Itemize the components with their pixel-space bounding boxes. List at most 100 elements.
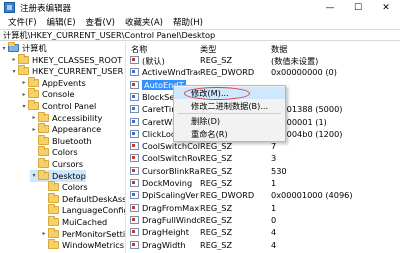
context-menu: 修改(M)... 修改二进制数据(B)... 删除(D) 重命名(R): [173, 85, 286, 142]
value-row[interactable]: DragFromMaxi...REG_SZ 1: [127, 202, 400, 214]
value-type: REG_SZ: [200, 141, 233, 152]
value-data: (数值未设置): [271, 56, 319, 66]
folder-icon: [48, 227, 59, 238]
value-name: DockMoving: [142, 178, 193, 188]
folder-icon: [48, 181, 59, 192]
folder-icon: [38, 111, 49, 122]
menu-view[interactable]: 查看(V): [81, 16, 120, 28]
address-bar[interactable]: 计算机\HKEY_CURRENT_USER\Control Panel\Desk…: [0, 29, 400, 41]
tree-item-label: Console: [42, 89, 75, 100]
value-data: 3: [271, 153, 277, 164]
tree-item-label: Appearance: [52, 124, 102, 135]
value-data: 0: [271, 214, 277, 225]
value-type: REG_SZ: [200, 202, 233, 213]
folder-icon: [48, 239, 59, 250]
value-data: 1: [271, 178, 277, 188]
tree-item[interactable]: ▾ Desktop: [30, 169, 86, 182]
tree-item[interactable]: ▾ Control Panel: [20, 100, 96, 112]
value-row[interactable]: DpiScalingVer REG_DWORD 0x00001000 (4096): [127, 189, 400, 201]
tree-item-label: Colors: [52, 147, 78, 158]
folder-icon: [28, 88, 39, 99]
expand-arrow-icon[interactable]: ▾: [30, 172, 38, 179]
tree-item[interactable]: MuiCached: [40, 216, 107, 228]
tree-item[interactable]: ▸ Accessibility: [30, 111, 103, 124]
value-list: 名称 类型 数据 (默认)REG_SZ(数值未设置)ActiveWndTrac.…: [127, 42, 400, 253]
menu-file[interactable]: 文件(F): [3, 16, 42, 28]
folder-icon: [18, 53, 29, 64]
tree-item-label: AppEvents: [42, 77, 86, 88]
value-row[interactable]: DockMoving REG_SZ 1: [127, 177, 400, 189]
menu-edit[interactable]: 编辑(E): [42, 16, 81, 28]
tree-item[interactable]: LanguageConfig: [40, 204, 125, 216]
delete-menu-item[interactable]: 删除(D): [174, 115, 285, 127]
tree-item[interactable]: DefaultDeskAss: [40, 192, 126, 205]
tree-item-label: HKEY_CURRENT_USER: [32, 66, 124, 77]
tree-item-label: Accessibility: [52, 112, 103, 123]
value-row[interactable]: (默认) REG_SZ (数值未设置): [127, 54, 400, 66]
value-name: DragHeight: [142, 227, 189, 238]
string-value-icon: [130, 203, 139, 212]
maximize-button[interactable]: ☐: [344, 0, 372, 15]
tree-item[interactable]: ▾ HKEY_CURRENT_USER: [10, 65, 123, 77]
string-value-icon: [130, 56, 139, 64]
string-value-icon: [130, 228, 139, 237]
value-name: DpiScalingVer: [142, 190, 199, 201]
tree-item-label: Colors: [62, 182, 88, 193]
folder-icon: [38, 158, 49, 168]
tree-item-label: PerMonitorSetti: [62, 228, 126, 239]
value-data: 1: [271, 202, 277, 213]
expand-arrow-icon[interactable]: ▾: [0, 45, 8, 52]
rename-menu-item[interactable]: 重命名(R): [174, 128, 285, 140]
expand-arrow-icon[interactable]: ▸: [30, 126, 38, 133]
string-value-icon: [130, 179, 139, 187]
tree-item[interactable]: Cursors: [30, 158, 83, 170]
tree-item[interactable]: Bluetooth: [30, 134, 92, 147]
menu-help[interactable]: 帮助(H): [168, 16, 208, 28]
value-data: 7: [271, 141, 277, 152]
folder-icon: [48, 192, 59, 203]
tree-item[interactable]: Colors: [30, 146, 78, 158]
value-row[interactable]: CoolSwitchRowsREG_SZ 3: [127, 152, 400, 164]
tree-item-label: HKEY_CLASSES_ROOT: [32, 54, 123, 65]
value-name: ClickLoc: [142, 128, 176, 139]
close-button[interactable]: ✕: [372, 0, 400, 15]
folder-icon: [38, 134, 49, 145]
value-name: (默认): [142, 56, 165, 66]
expand-arrow-icon[interactable]: ▸: [20, 79, 28, 86]
tree-item[interactable]: ▸ PerMonitorSetti: [40, 227, 126, 240]
folder-icon: [38, 146, 49, 157]
expand-arrow-icon[interactable]: ▾: [10, 68, 18, 75]
value-row[interactable]: DragWidth REG_SZ 4: [127, 239, 400, 251]
tree-item[interactable]: ▸ AppEvents: [20, 76, 86, 89]
string-value-icon: [130, 154, 139, 163]
binary-value-icon: [130, 68, 139, 77]
string-value-icon: [130, 166, 139, 175]
expand-arrow-icon[interactable]: ▸: [10, 56, 18, 63]
tree-item[interactable]: ▸ Console: [20, 88, 75, 100]
tree-item-label: WindowMetrics: [62, 240, 125, 251]
value-type: REG_SZ: [200, 227, 233, 238]
tree-item[interactable]: ▸ HKEY_CLASSES_ROOT: [10, 53, 123, 66]
value-row[interactable]: ActiveWndTrac...REG_DWORD 0x00000000 (0): [127, 66, 400, 78]
computer-icon: [8, 42, 19, 52]
modify-binary-menu-item[interactable]: 修改二进制数据(B)...: [174, 100, 285, 112]
registry-tree: ▾ 计算机 ▸ HKEY_CLASSES_ROOT ▾ HKEY_CURRENT_USER…: [0, 42, 126, 253]
value-row[interactable]: CursorBlinkRateREG_SZ 530: [127, 165, 400, 177]
value-row[interactable]: DragHeight REG_SZ 4: [127, 226, 400, 238]
minimize-button[interactable]: —: [316, 0, 344, 15]
tree-item[interactable]: ▾ 计算机: [0, 42, 47, 54]
tree-item[interactable]: ▸ Appearance: [30, 123, 101, 135]
folder-icon: [18, 65, 29, 76]
expand-arrow-icon[interactable]: ▸: [20, 91, 28, 98]
value-name: DragFullWindo...: [142, 214, 200, 225]
value-data: 4: [271, 227, 277, 238]
value-data: 4: [271, 239, 277, 250]
tree-item[interactable]: Colors: [40, 181, 88, 193]
tree-item-label: DefaultDeskAss: [62, 193, 126, 204]
expand-arrow-icon[interactable]: ▸: [30, 114, 38, 121]
tree-item[interactable]: WindowMetrics: [40, 239, 124, 251]
menu-favorites[interactable]: 收藏夹(A): [120, 16, 168, 28]
value-row[interactable]: DragFullWindo...REG_SZ 0: [127, 214, 400, 226]
expand-arrow-icon[interactable]: ▸: [40, 230, 48, 237]
expand-arrow-icon[interactable]: ▾: [20, 103, 28, 110]
